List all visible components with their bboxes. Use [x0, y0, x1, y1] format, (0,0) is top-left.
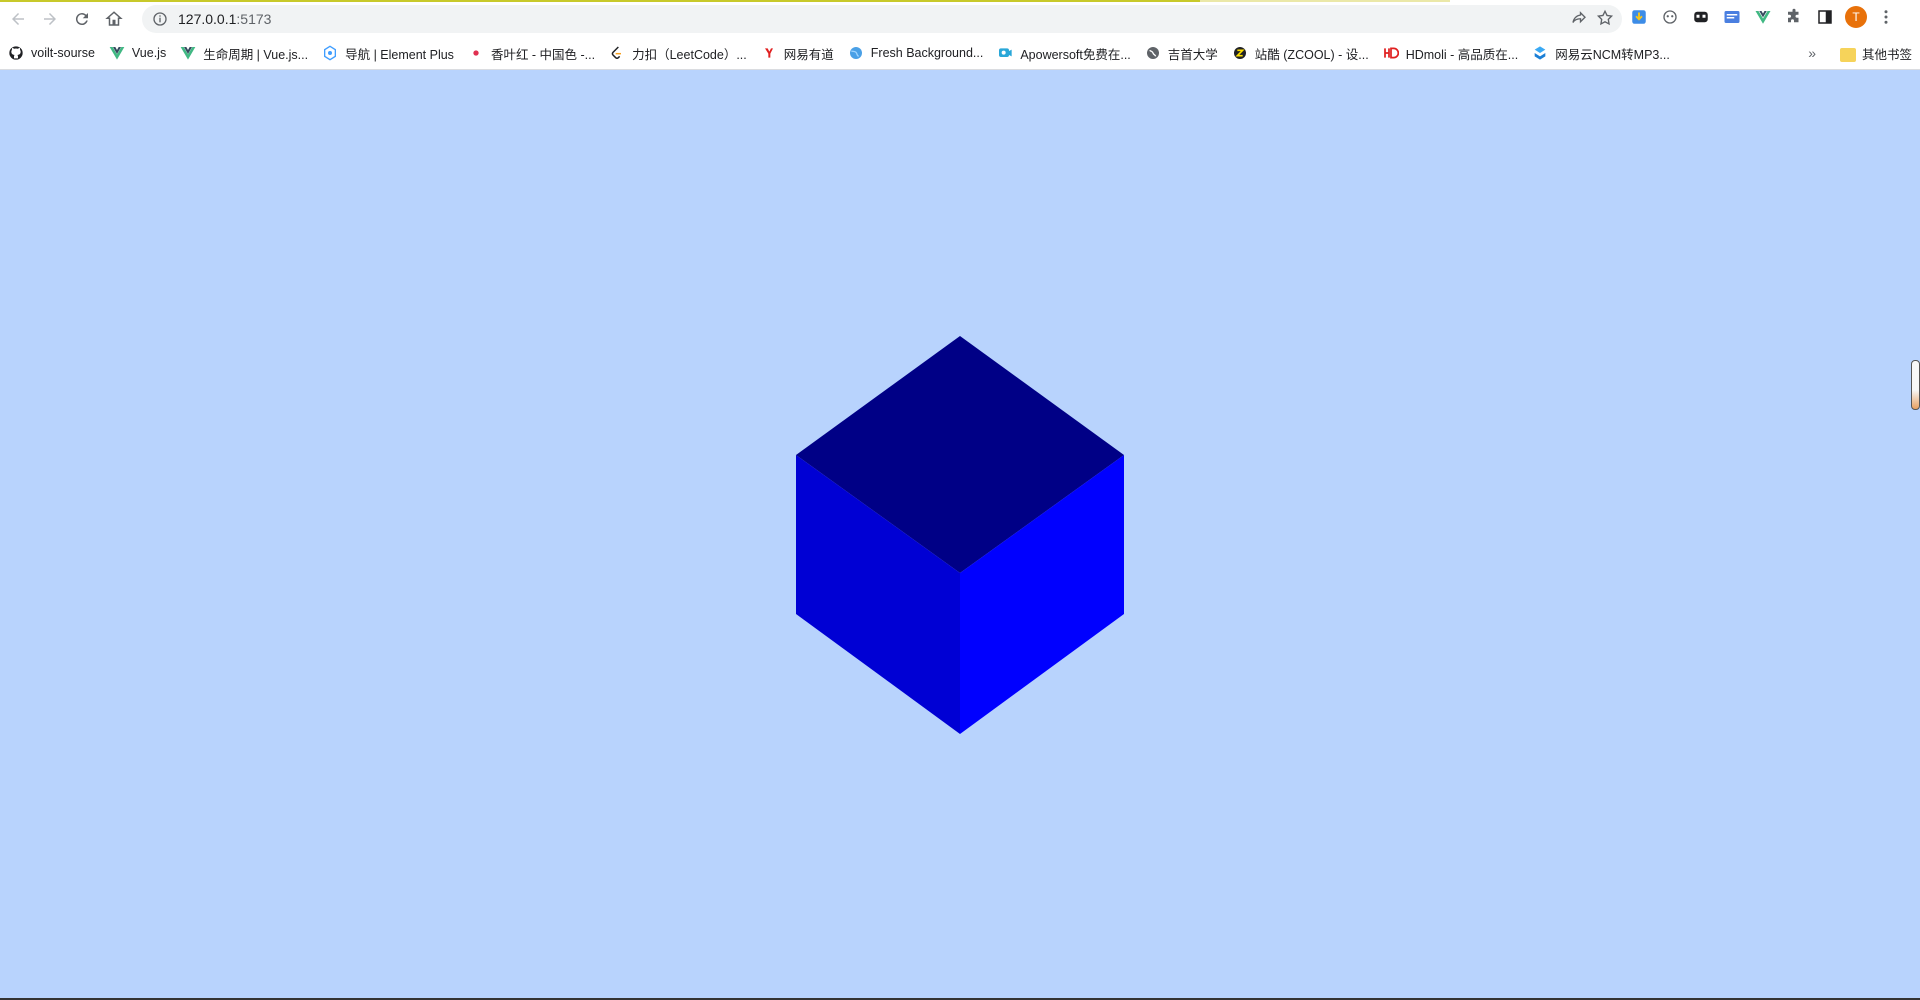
omnibox-actions: [1570, 9, 1614, 27]
bookmarks-bar-right: » 其他书签: [1808, 38, 1912, 68]
bookmark-item[interactable]: voilt-sourse: [2, 40, 101, 66]
forward-arrow-icon: [44, 13, 56, 25]
bookmark-item[interactable]: 吉首大学: [1139, 40, 1224, 66]
forward-button[interactable]: [36, 5, 64, 33]
bookmark-item[interactable]: 网易有道: [755, 40, 840, 66]
bookmark-label: 站酷 (ZCOOL) - 设...: [1254, 47, 1369, 62]
other-bookmarks-folder[interactable]: 其他书签: [1839, 44, 1912, 63]
browser-chrome: 127.0.0.1:5173 T voilt-sourse Vue.js 生命周…: [0, 0, 1920, 70]
side-panel-button[interactable]: [1814, 6, 1836, 28]
more-vertical-icon: [1884, 10, 1888, 24]
mask-extension-icon: [1694, 11, 1708, 23]
address-bar[interactable]: 127.0.0.1:5173: [142, 5, 1622, 33]
apowersoft-icon: [997, 45, 1013, 61]
vue-icon: [180, 45, 196, 61]
vue-icon: [109, 45, 125, 61]
browser-menu-button[interactable]: [1876, 6, 1896, 28]
back-button[interactable]: [4, 5, 32, 33]
bookmark-label: 网易有道: [783, 47, 834, 62]
hd-icon: [1383, 45, 1399, 61]
bookmark-label: 香叶红 - 中国色 -...: [490, 47, 596, 62]
translate-extension-icon: [1724, 11, 1740, 23]
bookmark-item[interactable]: 导航 | Element Plus: [316, 40, 460, 66]
puzzle-icon: [1788, 8, 1799, 23]
bookmark-item[interactable]: HDmoli - 高品质在...: [1377, 40, 1525, 66]
github-icon: [8, 45, 24, 61]
eye-extension-icon: [1663, 10, 1677, 24]
back-arrow-icon: [12, 13, 24, 25]
bookmark-label: voilt-sourse: [31, 46, 95, 60]
bookmark-label: Apowersoft免费在...: [1020, 47, 1131, 62]
more-bookmarks-chevron-icon[interactable]: »: [1808, 45, 1816, 61]
share-icon[interactable]: [1570, 9, 1588, 27]
other-bookmarks-label: 其他书签: [1861, 47, 1912, 62]
side-panel-icon: [1818, 10, 1832, 24]
bookmark-item[interactable]: 站酷 (ZCOOL) - 设...: [1226, 40, 1375, 66]
youdao-icon: [761, 45, 777, 61]
profile-avatar[interactable]: T: [1845, 6, 1867, 28]
bookmarks-bar: voilt-sourse Vue.js 生命周期 | Vue.js... 导航 …: [0, 38, 1920, 68]
url-text[interactable]: 127.0.0.1:5173: [178, 11, 271, 27]
extensions-button[interactable]: [1783, 6, 1805, 28]
bookmark-item[interactable]: 生命周期 | Vue.js...: [174, 40, 314, 66]
bookmark-label: Fresh Background...: [870, 46, 984, 60]
folder-icon: [1839, 48, 1856, 63]
globe-icon: [848, 45, 864, 61]
bookmark-label: 吉首大学: [1167, 47, 1218, 62]
zcool-icon: [1232, 45, 1248, 61]
mask-extension-button[interactable]: [1690, 6, 1712, 28]
vue-devtools-button[interactable]: [1752, 6, 1774, 28]
download-extension-icon: [1632, 10, 1646, 24]
vue-icon: [1755, 11, 1771, 24]
bookmark-item[interactable]: Apowersoft免费在...: [991, 40, 1136, 66]
url-host: 127.0.0.1: [178, 11, 237, 27]
bookmark-item[interactable]: Vue.js: [103, 40, 172, 66]
eye-extension-button[interactable]: [1659, 6, 1681, 28]
bookmark-label: Vue.js: [131, 46, 167, 60]
reload-icon: [75, 13, 88, 26]
download-extension-button[interactable]: [1628, 6, 1650, 28]
bookmark-label: HDmoli - 高品质在...: [1405, 47, 1519, 62]
bookmark-item[interactable]: 力扣（LeetCode）...: [603, 40, 753, 66]
site-info-icon[interactable]: [152, 11, 168, 27]
bookmark-item[interactable]: 香叶红 - 中国色 -...: [462, 40, 601, 66]
bookmark-label: 生命周期 | Vue.js...: [203, 47, 309, 62]
threejs-canvas[interactable]: [0, 70, 1920, 1000]
page-viewport: [0, 70, 1920, 1000]
red-dot-icon: [468, 45, 484, 61]
bookmark-item[interactable]: 网易云NCM转MP3...: [1526, 40, 1676, 66]
bookmark-label: 导航 | Element Plus: [345, 47, 454, 62]
globe-gray-icon: [1145, 45, 1161, 61]
home-button[interactable]: [100, 5, 128, 33]
bookmark-label: 力扣（LeetCode）...: [632, 47, 747, 62]
scrollbar-thumb[interactable]: [1911, 360, 1920, 410]
extensions-area: T: [1628, 6, 1896, 28]
bookmark-item[interactable]: Fresh Background...: [842, 40, 990, 66]
element-plus-icon: [322, 45, 338, 61]
browser-toolbar: 127.0.0.1:5173 T: [0, 2, 1920, 36]
translate-extension-button[interactable]: [1721, 6, 1743, 28]
home-icon: [105, 11, 123, 26]
ncm-icon: [1532, 45, 1548, 61]
url-port: :5173: [236, 11, 272, 27]
leetcode-icon: [609, 45, 625, 61]
reload-button[interactable]: [68, 5, 96, 33]
bookmark-label: 网易云NCM转MP3...: [1555, 47, 1670, 62]
bookmark-star-icon[interactable]: [1596, 9, 1614, 27]
